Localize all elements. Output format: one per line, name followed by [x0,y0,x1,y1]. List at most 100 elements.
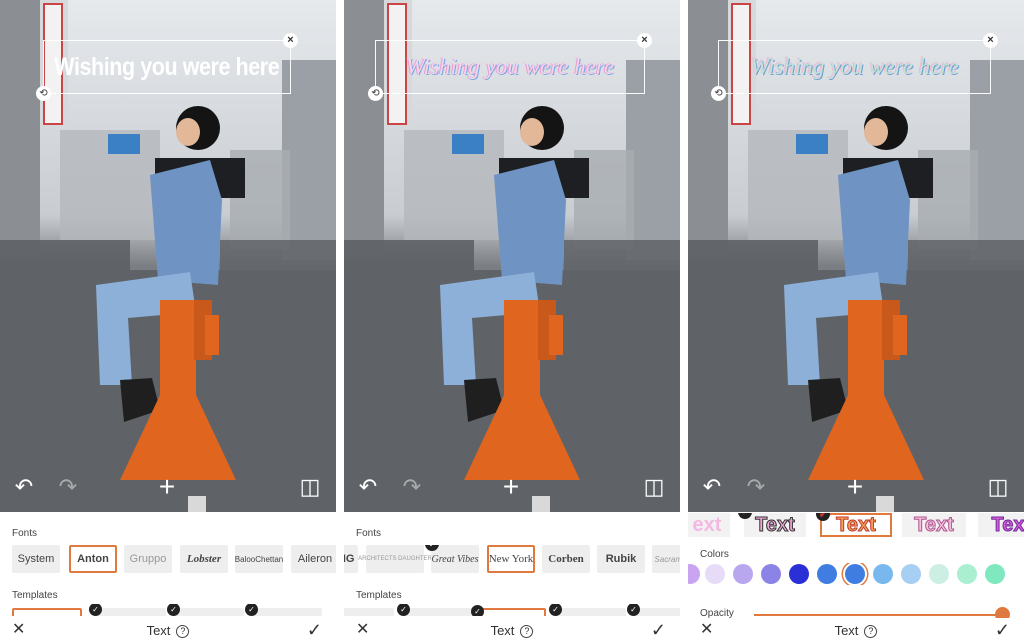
color-swatch[interactable] [929,564,949,584]
font-chip-great-vibes[interactable]: ✓ Great Vibes [425,545,479,573]
checkmark-icon: ✓ [549,604,562,616]
apply-button[interactable]: ✓ [651,620,666,640]
bottom-action-bar: ✕ Text? ✓ [344,620,680,640]
font-list: System Anton Gruppo Lobster BalooChettan… [0,545,336,573]
checkmark-icon: ✓ [816,513,830,521]
apply-button[interactable]: ✓ [995,620,1010,640]
text-style-list: ext ✓ Text ✓ Text Text Tex [688,513,1024,537]
text-style-chip[interactable]: ✓ Text [738,513,806,537]
undo-icon[interactable]: ↶ [354,474,382,500]
rotate-handle-icon[interactable]: ⟲ [711,86,726,101]
checkmark-icon: ✓ [738,513,752,519]
templates-label: Templates [12,590,58,601]
plus-icon[interactable]: + [153,473,181,501]
font-chip-sacramento[interactable]: Sacramento [652,545,680,573]
color-swatch[interactable] [901,564,921,584]
font-chip-anton[interactable]: Anton [69,545,117,573]
color-swatch[interactable] [761,564,781,584]
opacity-slider-thumb[interactable] [995,607,1010,618]
redo-icon[interactable]: ↷ [54,474,82,500]
template-item[interactable]: ✓ [627,604,680,616]
template-item[interactable]: ✓ [549,604,626,616]
text-bounding-box[interactable]: Wishing you were here × ⟲ [36,33,298,101]
rotate-handle-icon[interactable]: ⟲ [36,86,51,101]
opacity-label: Opacity [700,608,734,618]
opacity-slider-track[interactable] [754,614,1002,616]
font-chip-gruppo[interactable]: Gruppo [124,545,172,573]
checkmark-icon: ✓ [245,604,258,616]
compare-icon[interactable]: ◫ [984,474,1012,500]
caption-text[interactable]: Wishing you were here [55,53,280,82]
color-swatch[interactable] [957,564,977,584]
opacity-control: Opacity [688,604,1024,618]
checkmark-icon: ✓ [167,604,180,616]
template-item[interactable]: ✓ [397,604,474,616]
font-chip-new-york[interactable]: New York [487,545,535,573]
fonts-label: Fonts [356,528,382,539]
color-swatch[interactable] [705,564,725,584]
tool-title-text: Text [490,623,515,638]
template-item[interactable]: ✓ [471,605,546,616]
close-icon[interactable]: × [983,33,998,48]
font-chip-architects-daughter[interactable]: ARCHITECTS DAUGHTER [358,545,432,573]
caption-text[interactable]: Wishing you were here [406,54,614,80]
color-swatch[interactable] [688,564,700,584]
editor-panel-anton: Wishing you were here × ⟲ ↶ ↷ + ◫ Fonts … [0,0,336,640]
text-style-chip[interactable]: ✓ Text [816,513,892,537]
tool-title-text: Text [834,623,859,638]
font-chip-xing[interactable]: XING [344,545,358,573]
font-chip-corben[interactable]: Corben [542,545,590,573]
template-item[interactable] [12,608,82,616]
font-chip-baloochettan[interactable]: BalooChettan [235,545,283,573]
template-item[interactable]: ✓ [245,604,322,616]
undo-icon[interactable]: ↶ [10,474,38,500]
bottom-action-bar: ✕ Text? ✓ [0,620,336,640]
color-swatch[interactable] [985,564,1005,584]
help-icon[interactable]: ? [864,625,878,638]
checkmark-icon: ✓ [89,604,102,616]
tool-title-text: Text [146,623,171,638]
color-swatch[interactable] [733,564,753,584]
template-item[interactable]: ✓ [167,604,244,616]
plus-icon[interactable]: + [841,473,869,501]
checkmark-icon: ✓ [425,545,439,551]
text-style-label: Text [755,513,796,536]
font-chip-rubik[interactable]: Rubik [597,545,645,573]
text-bounding-box[interactable]: Wishing you were here × ⟲ [368,33,652,101]
text-style-chip[interactable]: Tex [978,513,1024,537]
templates-list: ✓ ✓ ✓ [0,604,336,616]
apply-button[interactable]: ✓ [307,620,322,640]
text-style-chip[interactable]: ext [688,513,730,537]
photo-canvas[interactable]: Wishing you were here × ⟲ ↶ ↷ + ◫ [344,0,680,512]
undo-icon[interactable]: ↶ [698,474,726,500]
font-chip-aileron[interactable]: Aileron [291,545,336,573]
help-icon[interactable]: ? [520,625,534,638]
compare-icon[interactable]: ◫ [640,474,668,500]
compare-icon[interactable]: ◫ [296,474,324,500]
editor-panel-new-york: Wishing you were here × ⟲ ↶ ↷ + ◫ Fonts … [344,0,680,640]
photo-canvas[interactable]: Wishing you were here × ⟲ ↶ ↷ + ◫ [688,0,1024,512]
plus-icon[interactable]: + [497,473,525,501]
color-swatch-list [688,563,1024,585]
checkmark-icon: ✓ [471,605,484,616]
editor-panel-colors: Wishing you were here × ⟲ ↶ ↷ + ◫ ext ✓ … [688,0,1024,640]
template-item[interactable] [344,608,394,616]
color-swatch[interactable] [845,564,865,584]
color-swatch[interactable] [789,564,809,584]
color-swatch[interactable] [873,564,893,584]
redo-icon[interactable]: ↷ [742,474,770,500]
close-icon[interactable]: × [637,33,652,48]
text-style-chip[interactable]: Text [902,513,966,537]
color-swatch[interactable] [817,564,837,584]
text-bounding-box[interactable]: Wishing you were here × ⟲ [711,33,998,101]
rotate-handle-icon[interactable]: ⟲ [368,86,383,101]
font-chip-system[interactable]: System [12,545,60,573]
help-icon[interactable]: ? [176,625,190,638]
photo-canvas[interactable]: Wishing you were here × ⟲ ↶ ↷ + ◫ [0,0,336,512]
caption-text[interactable]: Wishing you were here [750,54,958,80]
template-item[interactable]: ✓ [89,604,166,616]
font-chip-lobster[interactable]: Lobster [180,545,228,573]
close-icon[interactable]: × [283,33,298,48]
fonts-label: Fonts [12,528,38,539]
redo-icon[interactable]: ↷ [398,474,426,500]
